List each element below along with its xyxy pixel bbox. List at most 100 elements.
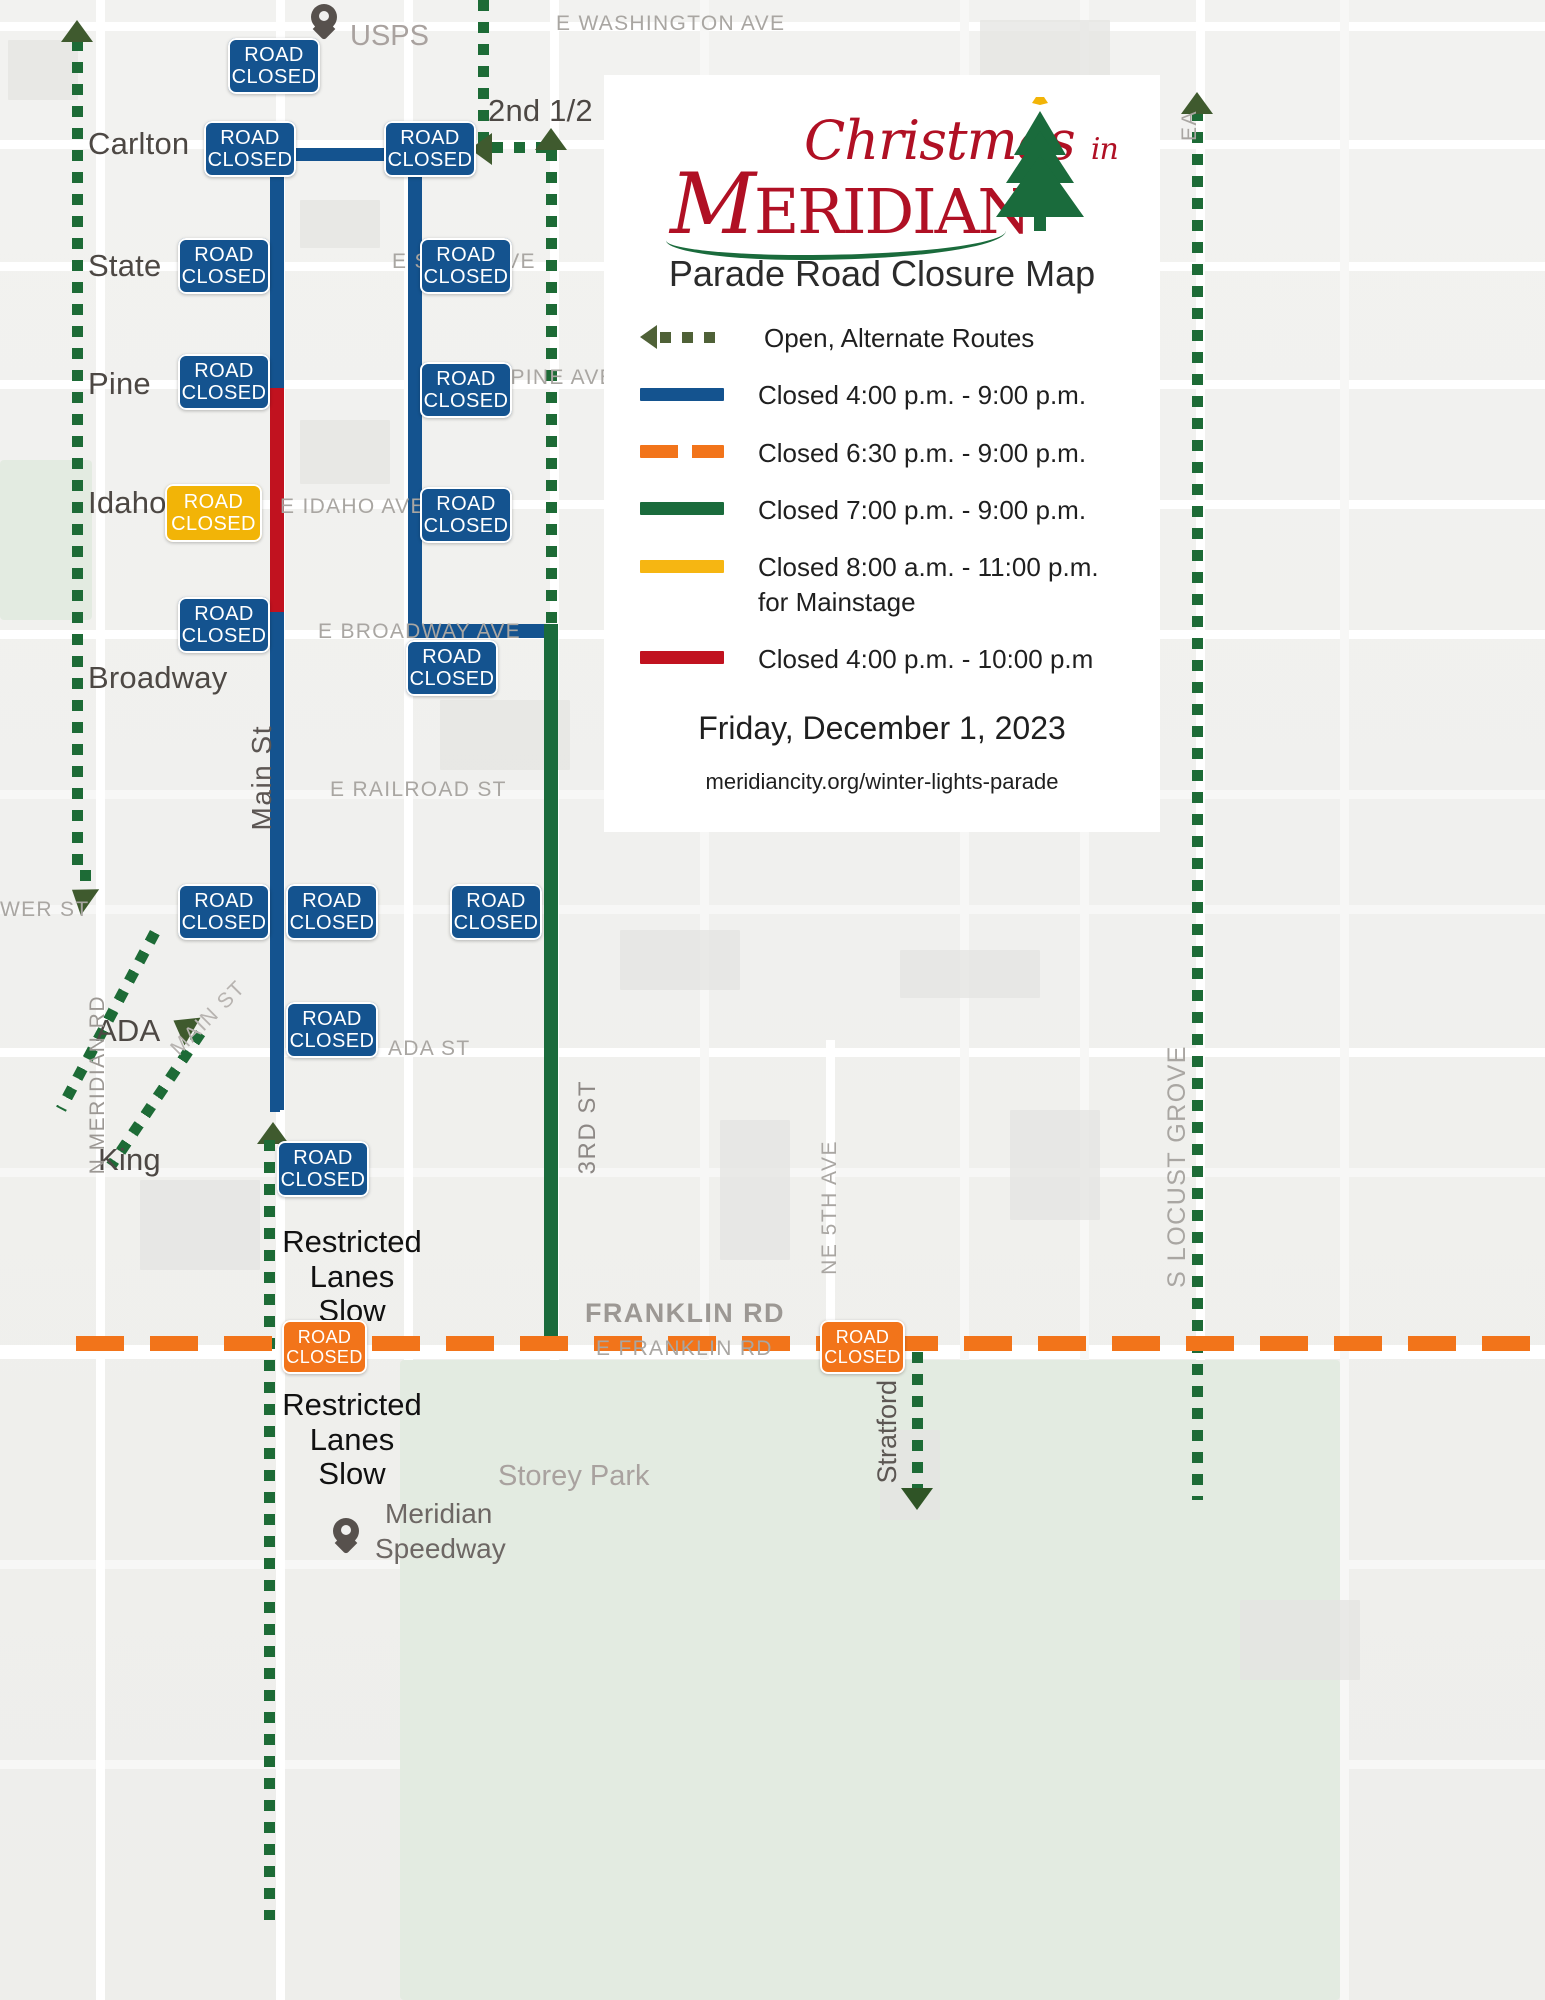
vertical-street-label: Stratford: [872, 1380, 902, 1484]
legend-label: Open, Alternate Routes: [764, 323, 1035, 353]
legend-card: Christmas in MERIDIAN Parade Road Closur…: [604, 75, 1160, 832]
poi-storey-park: Storey Park: [498, 1460, 650, 1492]
restricted-lanes-note: Restricted Lanes Slow: [272, 1224, 432, 1329]
cross-street-label: Pine: [88, 366, 151, 401]
closure-route-green: [544, 624, 558, 1350]
road-closed-sign: ROAD CLOSED: [420, 487, 512, 543]
sign-line1: ROAD: [293, 1146, 353, 1169]
map-label: WER ST: [0, 898, 90, 921]
dotted-arrow-icon: [640, 325, 724, 349]
road-closed-sign: ROAD CLOSED: [277, 1141, 369, 1197]
road-closed-sign: ROAD CLOSED: [178, 354, 270, 410]
cross-street-label: State: [88, 248, 162, 283]
poi-label-line1: Meridian: [385, 1498, 493, 1529]
legend-swatch: [640, 436, 758, 468]
map-label: E WASHINGTON AVE: [556, 12, 786, 35]
sign-line2: CLOSED: [231, 66, 317, 88]
sign-line2: CLOSED: [171, 513, 256, 535]
road-closed-sign: ROAD CLOSED: [178, 884, 270, 940]
sign-line2: CLOSED: [289, 912, 375, 934]
legend-label-line2: for Mainstage: [758, 586, 916, 617]
sign-line1: ROAD: [194, 889, 254, 912]
road-closed-sign: ROAD CLOSED: [228, 38, 320, 94]
sign-line1: ROAD: [466, 889, 526, 912]
road-closed-sign: ROAD CLOSED: [178, 597, 270, 653]
restricted-line1: Restricted: [282, 1224, 422, 1259]
sign-line2: CLOSED: [423, 266, 509, 288]
legend-item-closed-7pm-9pm: Closed 7:00 p.m. - 9:00 p.m.: [640, 493, 1160, 527]
restricted-line2: Lanes: [309, 1258, 395, 1294]
road-closed-sign: ROAD CLOSED: [450, 884, 542, 940]
sign-line2: CLOSED: [409, 668, 495, 690]
legend-swatch: [640, 550, 758, 582]
sign-line2: CLOSED: [423, 515, 509, 537]
map-label: 2nd 1/2: [488, 93, 593, 128]
sign-line2: CLOSED: [181, 625, 267, 647]
sign-line2: CLOSED: [181, 912, 267, 934]
sign-line2: CLOSED: [387, 149, 473, 171]
sign-line1: ROAD: [183, 490, 244, 513]
road-closed-sign: ROAD CLOSED: [384, 121, 476, 177]
sign-line1: ROAD: [194, 602, 254, 625]
sign-line2: CLOSED: [824, 1347, 901, 1367]
restricted-line1: Restricted: [282, 1387, 422, 1422]
legend-swatch: [640, 642, 758, 674]
map-label: E FRANKLIN RD: [596, 1337, 773, 1360]
map-pin-icon: [333, 1518, 359, 1555]
legend-item-closed-630pm-9pm: Closed 6:30 p.m. - 9:00 p.m.: [640, 436, 1160, 470]
sign-line1: ROAD: [436, 492, 496, 515]
road-closed-sign-mainstage: ROAD CLOSED: [165, 484, 262, 542]
sign-line1: ROAD: [302, 1007, 362, 1030]
map-label: ADA ST: [388, 1037, 471, 1060]
vertical-street-label: EA: [1178, 110, 1201, 142]
sign-line1: ROAD: [297, 1326, 352, 1347]
legend-item-alternate-routes: Open, Alternate Routes: [640, 321, 1160, 355]
restricted-line3: Slow: [318, 1456, 386, 1492]
legend-rows: Open, Alternate Routes Closed 4:00 p.m. …: [640, 321, 1160, 676]
legend-title: Parade Road Closure Map: [668, 253, 1096, 294]
sign-line1: ROAD: [422, 645, 482, 668]
sign-line1: ROAD: [302, 889, 362, 912]
sign-line1: ROAD: [244, 43, 304, 66]
vertical-street-label: 3RD ST: [574, 1080, 601, 1175]
vertical-street-label: S LOCUST GROVE: [1163, 1045, 1191, 1288]
sign-line2: CLOSED: [453, 912, 539, 934]
green-line-swatch: [640, 502, 724, 516]
sign-line1: ROAD: [194, 243, 254, 266]
blue-line-swatch: [640, 387, 724, 401]
christmas-in-meridian-logo: Christmas in MERIDIAN: [604, 93, 1160, 260]
yellow-line-swatch: [640, 559, 724, 573]
event-url[interactable]: meridiancity.org/winter-lights-parade: [604, 769, 1160, 795]
sign-line2: CLOSED: [280, 1169, 366, 1191]
vertical-street-label: N MERIDIAN RD: [86, 995, 109, 1175]
christmas-tree-icon: [996, 97, 1084, 231]
road-closed-sign-franklin-east: ROAD CLOSED: [820, 1320, 905, 1374]
arrow-down-icon: [901, 1488, 933, 1510]
legend-swatch: [640, 493, 758, 525]
cross-street-label: Broadway: [88, 660, 228, 695]
sign-line2: CLOSED: [181, 266, 267, 288]
sign-line2: CLOSED: [289, 1030, 375, 1052]
map-pin-icon: [311, 4, 337, 41]
road-closed-sign: ROAD CLOSED: [178, 238, 270, 294]
vertical-street-label: Main St: [246, 725, 277, 831]
legend-label: Closed 4:00 p.m. - 9:00 p.m.: [758, 380, 1087, 411]
sign-line1: ROAD: [194, 359, 254, 382]
restricted-lanes-note: Restricted Lanes Slow: [272, 1387, 432, 1492]
legend-swatch: [640, 378, 758, 410]
parade-closure-map: Carlton State Pine Idaho Broadway ADA Ki…: [0, 0, 1545, 2000]
poi-label-line2: Speedway: [375, 1533, 506, 1564]
sign-line1: ROAD: [835, 1326, 890, 1347]
vertical-street-label: NE 5TH AVE: [818, 1140, 841, 1275]
legend-label: Closed 7:00 p.m. - 9:00 p.m.: [758, 494, 1087, 525]
poi-label: USPS: [350, 20, 429, 52]
road-closed-sign: ROAD CLOSED: [204, 121, 296, 177]
legend-item-closed-mainstage: Closed 8:00 a.m. - 11:00 p.m. for Mainst…: [640, 550, 1160, 619]
map-label: FRANKLIN RD: [585, 1298, 785, 1328]
restricted-line2: Lanes: [309, 1421, 395, 1457]
sign-line2: CLOSED: [286, 1347, 363, 1367]
road-closed-sign: ROAD CLOSED: [286, 1002, 378, 1058]
road-closed-sign-franklin-west: ROAD CLOSED: [282, 1320, 367, 1374]
road-closed-sign: ROAD CLOSED: [406, 640, 498, 696]
legend-item-closed-4pm-10pm: Closed 4:00 p.m. - 10:00 p.m: [640, 642, 1160, 676]
